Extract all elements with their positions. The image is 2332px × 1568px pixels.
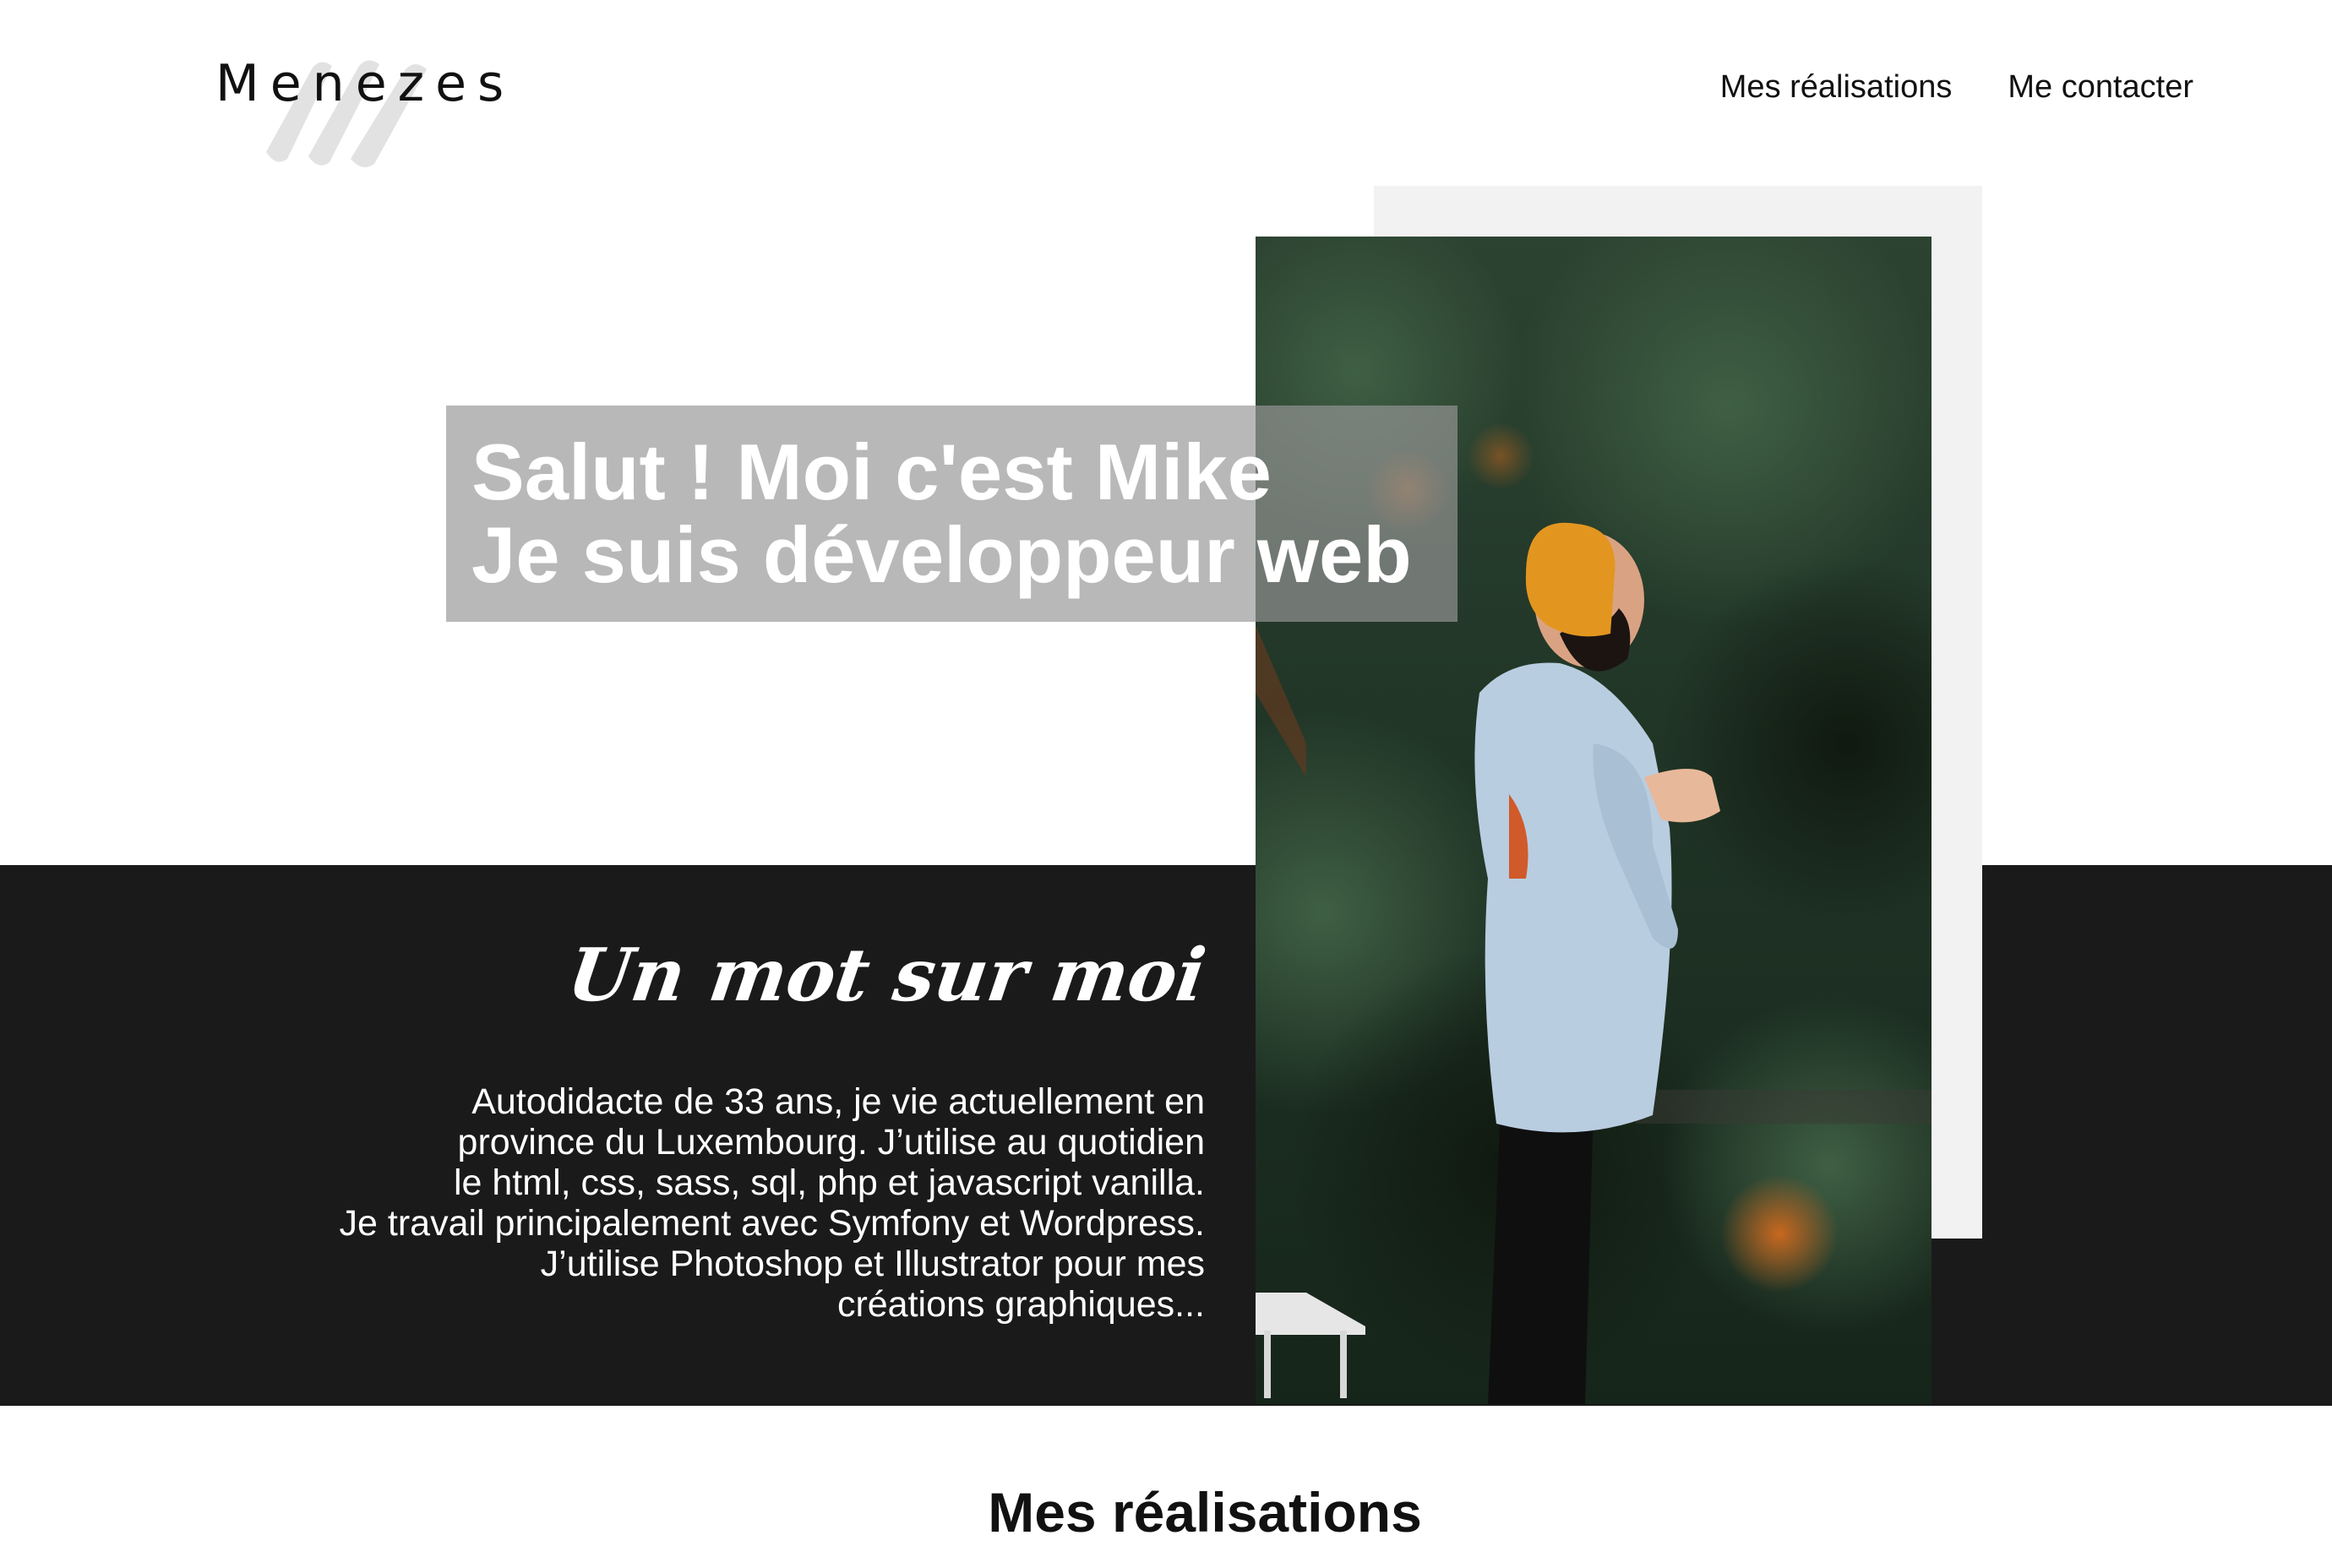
about-text: Autodidacte de 33 ans, je vie actuelleme… (191, 1081, 1205, 1325)
page: Menezes Mes réalisations Me contacter Sa… (0, 0, 2332, 1568)
logo-text: Menezes (215, 54, 515, 113)
about-line: J’utilise Photoshop et Illustrator pour … (540, 1244, 1205, 1284)
about-line: le html, css, sass, sql, php et javascri… (453, 1162, 1205, 1203)
logo[interactable]: Menezes (215, 51, 504, 169)
hero-title: Salut ! Moi c'est Mike Je suis développe… (471, 431, 1412, 596)
nav-link-contact[interactable]: Me contacter (2008, 69, 2193, 106)
about-line: province du Luxembourg. J’utilise au quo… (457, 1122, 1205, 1162)
works-section-title: Mes réalisations (988, 1481, 1422, 1544)
hero-line-1: Salut ! Moi c'est Mike (471, 427, 1272, 516)
about-line: créations graphiques... (836, 1284, 1205, 1325)
hero-line-2: Je suis développeur web (471, 510, 1412, 599)
nav-link-realisations[interactable]: Mes réalisations (1720, 69, 1953, 106)
about-line: Autodidacte de 33 ans, je vie actuelleme… (471, 1081, 1205, 1122)
main-nav: Mes réalisations Me contacter (1720, 69, 2193, 106)
about-title: Un mot sur moi (563, 933, 1212, 1018)
about-line: Je travail principalement avec Symfony e… (339, 1203, 1205, 1244)
